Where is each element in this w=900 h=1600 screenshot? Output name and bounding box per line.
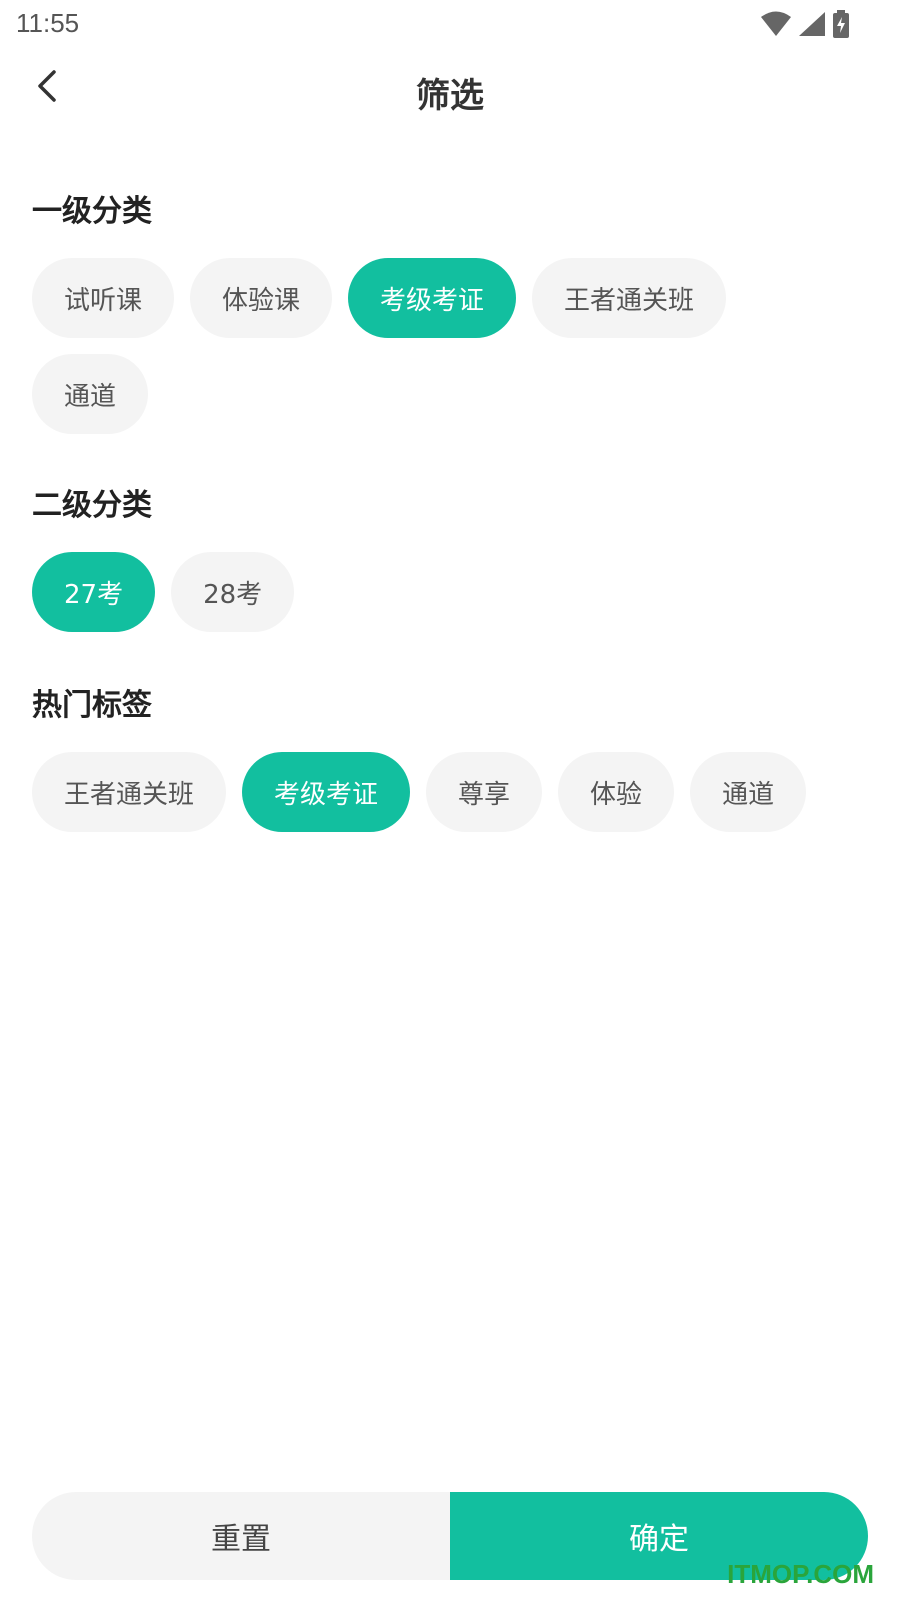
status-icons	[760, 10, 850, 38]
filter-chip[interactable]: 尊享	[426, 752, 543, 832]
status-time: 11:55	[16, 8, 80, 38]
section-title: 热门标签	[32, 688, 152, 723]
section-title: 一级分类	[32, 194, 152, 229]
section-primary-category: 一级分类 试听课 体验课 考级考证 王者通关班 通道	[32, 190, 868, 450]
filter-chip[interactable]: 王者通关班	[532, 258, 727, 338]
watermark-logo: ITMOP.COM	[727, 1559, 874, 1589]
reset-button[interactable]: 重置	[32, 1492, 450, 1580]
battery-charging-icon	[832, 10, 850, 38]
filter-chip[interactable]: 考级考证	[348, 258, 517, 338]
chip-group: 王者通关班 考级考证 尊享 体验 通道	[32, 752, 868, 848]
filter-chip[interactable]: 试听课	[32, 258, 175, 338]
filter-chip[interactable]: 通道	[32, 354, 149, 434]
status-bar: 11:55	[0, 0, 900, 50]
wifi-icon	[760, 11, 792, 37]
chip-group: 27考 28考	[32, 552, 868, 648]
signal-icon	[798, 11, 826, 37]
nav-bar: 筛选	[0, 50, 900, 134]
filter-chip[interactable]: 王者通关班	[32, 752, 227, 832]
chip-group: 试听课 体验课 考级考证 王者通关班 通道	[32, 258, 868, 450]
filter-chip[interactable]: 考级考证	[242, 752, 411, 832]
filter-chip[interactable]: 通道	[690, 752, 807, 832]
filter-chip[interactable]: 体验	[558, 752, 675, 832]
filter-chip[interactable]: 体验课	[190, 258, 333, 338]
filter-chip[interactable]: 28考	[171, 552, 295, 632]
section-hot-tags: 热门标签 王者通关班 考级考证 尊享 体验 通道	[32, 684, 868, 848]
section-secondary-category: 二级分类 27考 28考	[32, 484, 868, 648]
section-title: 二级分类	[32, 488, 152, 523]
filter-chip[interactable]: 27考	[32, 552, 156, 632]
page-title: 筛选	[416, 76, 484, 116]
